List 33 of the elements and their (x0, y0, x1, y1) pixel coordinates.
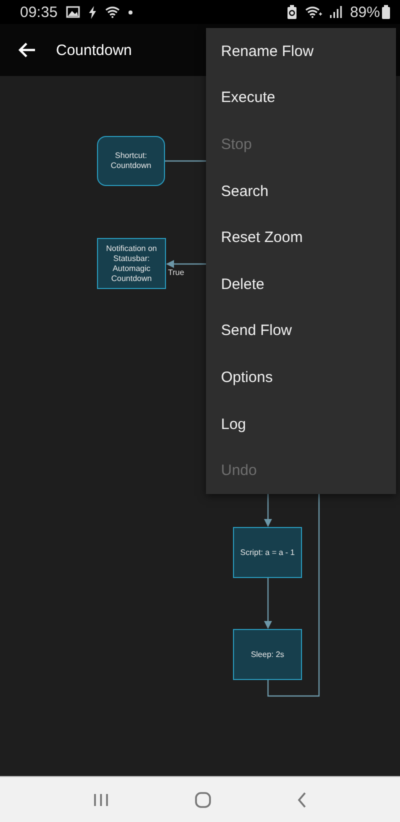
battery-saver-icon (286, 5, 297, 19)
signal-icon (330, 6, 342, 18)
connector-line (165, 160, 206, 162)
dot-icon (128, 10, 133, 14)
menu-item[interactable]: Rename Flow (206, 28, 396, 75)
action-node[interactable]: Script: a = a - 1 (233, 527, 302, 578)
action-node[interactable]: Sleep: 2s (233, 629, 302, 680)
menu-item[interactable]: Send Flow (206, 308, 396, 354)
recent-apps-icon (93, 792, 109, 806)
image-icon (66, 6, 80, 18)
menu-item[interactable]: Delete (206, 260, 396, 308)
menu-item[interactable]: Execute (206, 74, 396, 122)
connector-arrow (264, 493, 272, 527)
action-node[interactable]: Notification on Statusbar: Automagic Countdown (97, 238, 166, 289)
wifi-icon (304, 6, 322, 18)
trigger-node[interactable]: Shortcut: Countdown (97, 136, 165, 186)
menu-item[interactable]: Reset Zoom (206, 214, 396, 261)
battery-icon (382, 5, 390, 19)
status-time: 09:35 (20, 4, 58, 20)
menu-item[interactable]: Log (206, 400, 396, 448)
back-button[interactable] (18, 42, 36, 58)
back-arrow-icon (18, 42, 36, 58)
back-chevron-icon (297, 792, 307, 808)
screen-title: Countdown (56, 42, 132, 58)
menu-item[interactable]: Search (206, 168, 396, 214)
wifi-icon (104, 6, 120, 18)
battery-percent: 89% (350, 4, 380, 20)
edge-label: True (168, 268, 184, 277)
connector-arrow (264, 578, 272, 629)
home-icon (195, 792, 211, 808)
bolt-icon (88, 6, 97, 18)
menu-item[interactable]: Options (206, 354, 396, 401)
connector-arrow (166, 260, 206, 268)
